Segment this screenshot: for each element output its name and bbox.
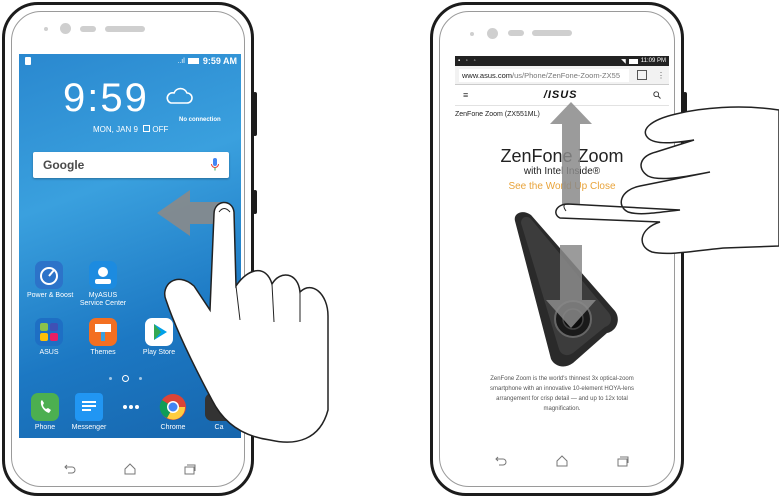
pinch-zoom-gesture	[546, 102, 779, 328]
